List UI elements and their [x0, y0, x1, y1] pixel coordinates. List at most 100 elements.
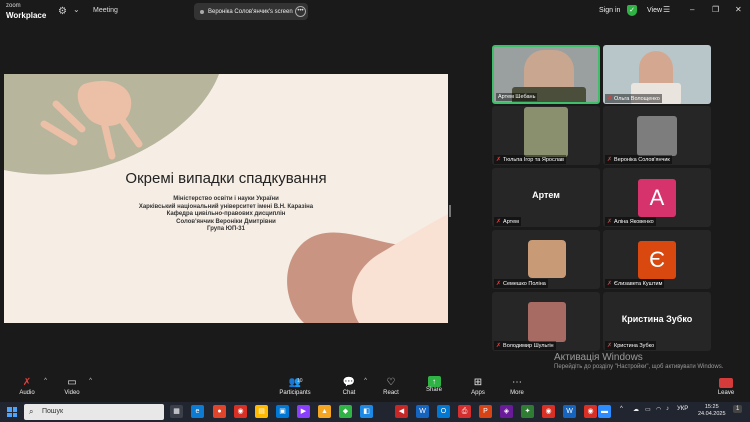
zoom-logo: zoom Workplace: [6, 3, 47, 20]
participant-tile[interactable]: Артем Шебань: [492, 45, 600, 104]
participant-avatar: A: [638, 179, 676, 217]
windows-taskbar: ⌕ Пошук ▦ e ● ◉ ▤ ▣ ▶ ▲ ◆ ◧ ◀ W O ⎙ P ◈ …: [0, 402, 750, 422]
share-arrow-icon: ↑: [427, 376, 441, 387]
file-explorer-icon[interactable]: ▤: [255, 405, 268, 418]
app-icon[interactable]: ◆: [339, 405, 352, 418]
mic-off-icon: ✗: [496, 219, 502, 225]
shield-icon[interactable]: ✓: [627, 5, 637, 16]
participant-photo: [528, 240, 566, 278]
participants-button[interactable]: 👥 10 Participants: [278, 376, 312, 396]
view-menu-icon[interactable]: ☰: [663, 5, 670, 14]
chevron-up-icon[interactable]: ^: [364, 378, 367, 384]
minimize-icon[interactable]: –: [690, 5, 694, 14]
participant-name: ✗ Аліна Яковенко: [605, 217, 656, 226]
mic-off-icon: ✗: [607, 219, 613, 225]
chrome-icon[interactable]: ◉: [584, 405, 597, 418]
task-view-icon[interactable]: ▦: [170, 405, 183, 418]
participant-photo: [524, 107, 568, 157]
cloud-icon[interactable]: ☁: [633, 406, 639, 413]
wifi-icon[interactable]: ◠: [656, 406, 661, 413]
participant-tile[interactable]: ✗ Володимир Шульгін: [492, 292, 600, 351]
word-icon[interactable]: W: [416, 405, 429, 418]
app-icon[interactable]: ✦: [521, 405, 534, 418]
powerpoint-icon[interactable]: P: [479, 405, 492, 418]
zoom-window: zoom Workplace ⚙ ⌄ Meeting Вероніка Соло…: [0, 0, 750, 422]
leave-button[interactable]: Leave: [716, 376, 736, 396]
participant-tile[interactable]: Артем ✗ Артем: [492, 168, 600, 227]
chevron-up-icon[interactable]: ^: [44, 378, 47, 384]
participant-tile[interactable]: ✗ Тюльпа Ігор та Ярослав: [492, 106, 600, 165]
participant-tile[interactable]: Є ✗ Єлизавета Куштим: [603, 230, 711, 289]
participant-avatar: Є: [638, 241, 676, 279]
notification-badge[interactable]: 1: [733, 405, 743, 413]
screen-share-indicator[interactable]: Вероніка Солов'янчик's screen •••: [194, 3, 308, 20]
camera-icon: ▭: [67, 377, 77, 388]
pdf-icon[interactable]: ⎙: [458, 405, 471, 418]
chat-button[interactable]: 💬 Chat ^: [340, 376, 367, 396]
app-icon[interactable]: ▶: [297, 405, 310, 418]
chevron-up-icon[interactable]: ^: [89, 378, 92, 384]
more-options-icon[interactable]: •••: [295, 6, 306, 17]
participants-icon: 👥: [288, 377, 302, 388]
more-icon: ⋯: [512, 377, 522, 388]
chrome-icon[interactable]: ◉: [542, 405, 555, 418]
input-language[interactable]: УКР: [677, 406, 688, 412]
slide-title: Окремі випадки спадкування: [125, 170, 327, 187]
participant-name: Артем Шебань: [496, 93, 538, 101]
chrome-icon[interactable]: ◉: [234, 405, 247, 418]
participant-name: ✗ Єлизавета Куштим: [605, 279, 665, 288]
system-clock[interactable]: 15:25 24.04.2025: [698, 404, 726, 418]
share-button[interactable]: ↑ Share: [424, 376, 444, 393]
participant-tile[interactable]: ✗ Семешко Поліна: [492, 230, 600, 289]
audio-button[interactable]: ✗ Audio ^: [16, 376, 47, 396]
participant-display-name: Кристина Зубко: [621, 314, 693, 324]
participant-name: ✗ Артем: [494, 217, 521, 226]
share-label: Вероніка Солов'янчик's screen: [208, 8, 293, 15]
participant-tile[interactable]: Кристина Зубко ✗ Кристина Зубко: [603, 292, 711, 351]
chevron-down-icon[interactable]: ⌄: [73, 5, 80, 14]
mic-off-icon: ✗: [496, 343, 502, 349]
taskbar-search[interactable]: ⌕ Пошук: [24, 404, 164, 420]
mic-off-icon: ✗: [496, 281, 502, 287]
participant-tile[interactable]: A ✗ Аліна Яковенко: [603, 168, 711, 227]
heart-icon: ♡: [386, 377, 396, 388]
participant-tile[interactable]: ✗ Ольга Волощенко: [603, 45, 711, 104]
video-button[interactable]: ▭ Video ^: [61, 376, 92, 396]
app-icon[interactable]: ◧: [360, 405, 373, 418]
edge-icon[interactable]: e: [191, 405, 204, 418]
restore-icon[interactable]: ❐: [712, 5, 719, 14]
mic-off-icon: ✗: [22, 377, 32, 388]
view-button[interactable]: View: [647, 7, 662, 14]
share-dot-icon: [200, 9, 204, 14]
outlook-icon[interactable]: O: [437, 405, 450, 418]
app-icon[interactable]: ▲: [318, 405, 331, 418]
windows-start-icon[interactable]: [7, 407, 17, 417]
leave-icon: [719, 378, 733, 388]
apps-button[interactable]: ⊞ Apps: [469, 376, 487, 396]
split-resize-handle[interactable]: [449, 205, 451, 217]
chevron-up-icon[interactable]: ^: [620, 406, 623, 412]
app-icon[interactable]: ◀: [395, 405, 408, 418]
slide-subtitle: Міністерство освіти і науки України Харк…: [138, 196, 314, 232]
participant-tile[interactable]: ✗ Вероніка Солов'янчик: [603, 106, 711, 165]
word-icon[interactable]: W: [563, 405, 576, 418]
meeting-label[interactable]: Meeting: [93, 7, 118, 14]
store-icon[interactable]: ▣: [276, 405, 289, 418]
app-icon[interactable]: ●: [213, 405, 226, 418]
participant-photo: [528, 302, 566, 342]
participants-count: 10: [297, 378, 303, 384]
zoom-icon[interactable]: ▬: [598, 405, 611, 418]
title-bar: zoom Workplace ⚙ ⌄ Meeting Вероніка Соло…: [0, 0, 750, 24]
mic-off-icon: ✗: [496, 157, 502, 163]
react-button[interactable]: ♡ React: [381, 376, 401, 396]
search-icon: ⌕: [29, 407, 34, 416]
participant-name: ✗ Кристина Зубко: [605, 341, 657, 350]
sign-in-button[interactable]: Sign in: [599, 7, 620, 14]
more-button[interactable]: ⋯ More: [507, 376, 527, 396]
close-icon[interactable]: ✕: [735, 5, 742, 14]
gear-icon[interactable]: ⚙: [58, 6, 67, 17]
battery-icon: ▭: [645, 407, 651, 413]
app-icon[interactable]: ◈: [500, 405, 513, 418]
participant-name: ✗ Тюльпа Ігор та Ярослав: [494, 155, 566, 164]
volume-icon[interactable]: ♪: [666, 406, 669, 412]
